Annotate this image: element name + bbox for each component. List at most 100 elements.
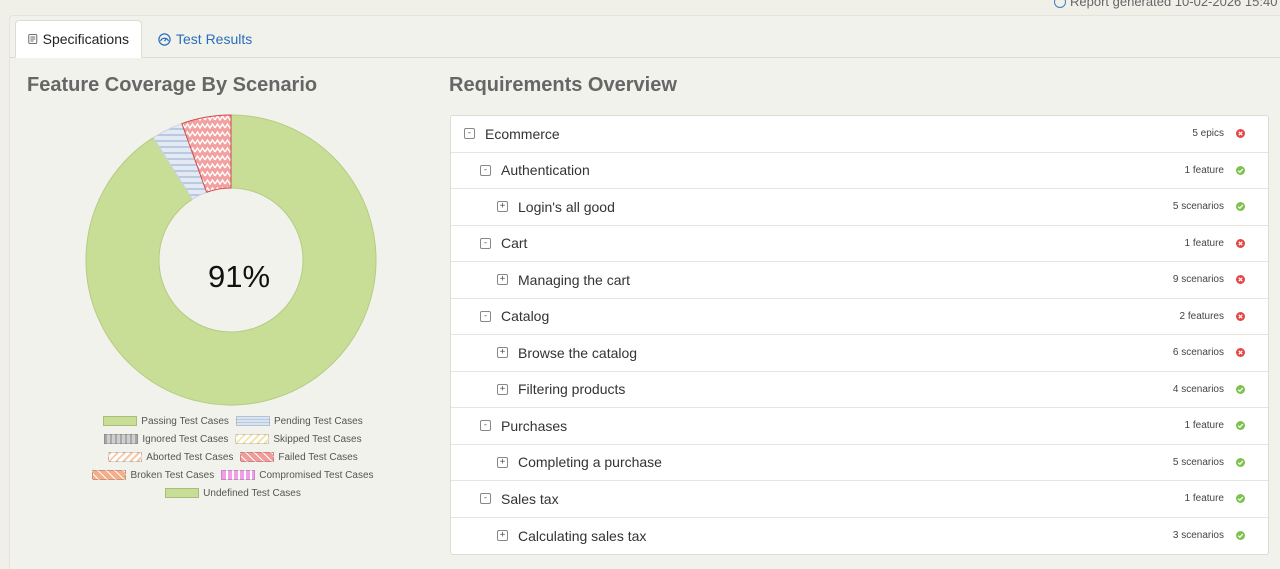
legend-label: Aborted Test Cases (146, 451, 234, 463)
requirement-row[interactable]: + Login's all good 5 scenarios (451, 189, 1268, 226)
requirement-label[interactable]: Sales tax (501, 491, 559, 507)
expand-icon[interactable]: + (497, 201, 508, 213)
requirement-count: 1 feature (1184, 420, 1224, 432)
expand-icon[interactable]: + (497, 383, 508, 395)
status-passed-icon (1236, 494, 1245, 504)
legend-swatch (104, 434, 139, 444)
coverage-percent: 91% (207, 259, 271, 294)
status-passed-icon (1236, 421, 1245, 431)
tab-specifications[interactable]: Specifications (15, 20, 142, 58)
requirement-row[interactable]: + Filtering products 4 scenarios (451, 372, 1268, 408)
report-generated: Report generated 10-02-2026 15:40 (1054, 0, 1277, 9)
requirements-list: - Ecommerce 5 epics - Authentication 1 featur… (450, 115, 1269, 555)
legend-label: Compromised Test Cases (259, 469, 374, 481)
legend-swatch (92, 470, 127, 480)
requirement-label[interactable]: Login's all good (518, 199, 615, 215)
requirement-label[interactable]: Ecommerce (485, 126, 560, 142)
requirement-count: 5 epics (1192, 128, 1224, 140)
requirement-count: 1 feature (1184, 164, 1224, 176)
legend-swatch (108, 452, 143, 462)
legend-label: Pending Test Cases (273, 415, 363, 427)
requirement-row[interactable]: - Catalog 2 features (451, 299, 1268, 335)
coverage-legend: Passing Test Cases Pending Test Cases Igno… (88, 412, 378, 502)
requirement-count: 3 scenarios (1172, 530, 1224, 542)
requirement-label[interactable]: Calculating sales tax (518, 528, 646, 544)
report-panel: Specifications Test Results Feature Cove… (9, 15, 1280, 569)
legend-row: Broken Test Cases Compromised Test Cases (88, 466, 378, 484)
requirement-row[interactable]: + Calculating sales tax 3 scenarios (451, 518, 1268, 555)
legend-label: Passing Test Cases (141, 415, 229, 427)
requirement-count: 1 feature (1184, 493, 1224, 505)
legend-item[interactable]: Aborted Test Cases (108, 452, 233, 463)
tab-test-results[interactable]: Test Results (146, 20, 264, 58)
report-generated-text: Report generated 10-02-2026 15:40 (1070, 0, 1278, 9)
requirement-count: 6 scenarios (1172, 347, 1224, 359)
requirement-label[interactable]: Browse the catalog (518, 345, 637, 361)
requirement-row[interactable]: - Purchases 1 feature (451, 408, 1268, 445)
status-failed-icon (1236, 348, 1245, 358)
requirement-row[interactable]: - Sales tax 1 feature (451, 481, 1268, 518)
legend-item[interactable]: Skipped Test Cases (235, 433, 362, 445)
requirement-label[interactable]: Catalog (501, 308, 549, 324)
status-passed-icon (1236, 202, 1245, 212)
requirement-count: 4 scenarios (1172, 383, 1224, 395)
requirement-row[interactable]: + Managing the cart 9 scenarios (451, 262, 1268, 299)
requirement-count: 1 feature (1184, 237, 1224, 249)
clock-icon (1054, 0, 1066, 8)
legend-label: Failed Test Cases (278, 451, 358, 463)
status-failed-icon (1236, 129, 1245, 139)
legend-item[interactable]: Failed Test Cases (240, 451, 358, 463)
legend-item[interactable]: Pending Test Cases (235, 415, 363, 427)
requirement-row[interactable]: - Ecommerce 5 epics (451, 116, 1268, 153)
legend-item[interactable]: Passing Test Cases (103, 416, 229, 427)
requirement-row[interactable]: + Browse the catalog 6 scenarios (451, 335, 1268, 372)
status-passed-icon (1236, 165, 1245, 175)
legend-label: Skipped Test Cases (273, 433, 362, 445)
collapse-icon[interactable]: - (480, 237, 491, 249)
legend-item[interactable]: Ignored Test Cases (104, 434, 228, 445)
collapse-icon[interactable]: - (480, 310, 491, 322)
expand-icon[interactable]: + (497, 530, 508, 542)
legend-item[interactable]: Broken Test Cases (92, 470, 214, 481)
status-failed-icon (1236, 238, 1245, 248)
collapse-icon[interactable]: - (480, 420, 491, 432)
collapse-icon[interactable]: - (464, 128, 475, 140)
collapse-icon[interactable]: - (480, 493, 491, 505)
status-failed-icon (1236, 275, 1245, 285)
status-passed-icon (1236, 457, 1245, 467)
expand-icon[interactable]: + (497, 274, 508, 286)
requirement-count: 5 scenarios (1172, 456, 1224, 468)
requirement-count: 9 scenarios (1172, 274, 1224, 286)
legend-swatch (103, 416, 138, 426)
requirement-row[interactable]: - Authentication 1 feature (451, 153, 1268, 189)
legend-swatch (235, 434, 270, 444)
requirement-count: 2 features (1179, 310, 1224, 322)
legend-row: Ignored Test Cases Skipped Test Cases (88, 430, 378, 448)
requirement-row[interactable]: + Completing a purchase 5 scenarios (451, 445, 1268, 481)
legend-label: Broken Test Cases (130, 469, 215, 481)
legend-row: Aborted Test Cases Failed Test Cases (88, 448, 378, 466)
requirement-row[interactable]: - Cart 1 feature (451, 226, 1268, 262)
coverage-title: Feature Coverage By Scenario (27, 74, 318, 96)
legend-swatch (240, 452, 275, 462)
status-passed-icon (1236, 531, 1245, 541)
requirement-label[interactable]: Cart (501, 235, 527, 251)
requirement-label[interactable]: Managing the cart (518, 272, 630, 288)
requirement-label[interactable]: Authentication (501, 162, 590, 178)
requirement-label[interactable]: Purchases (501, 418, 567, 434)
status-passed-icon (1236, 384, 1245, 394)
requirement-count: 5 scenarios (1172, 201, 1224, 213)
expand-icon[interactable]: + (497, 456, 508, 468)
legend-item[interactable]: Undefined Test Cases (165, 488, 301, 499)
requirement-label[interactable]: Completing a purchase (518, 454, 662, 470)
legend-label: Ignored Test Cases (142, 433, 229, 445)
requirement-label[interactable]: Filtering products (518, 381, 625, 397)
expand-icon[interactable]: + (497, 347, 508, 359)
dashboard-icon (158, 32, 171, 46)
legend-swatch (221, 470, 256, 480)
tab-specifications-label: Specifications (42, 31, 129, 47)
legend-row: Passing Test Cases Pending Test Cases (88, 412, 378, 430)
collapse-icon[interactable]: - (480, 164, 491, 176)
legend-item[interactable]: Compromised Test Cases (221, 469, 374, 481)
tab-test-results-label: Test Results (176, 31, 253, 47)
